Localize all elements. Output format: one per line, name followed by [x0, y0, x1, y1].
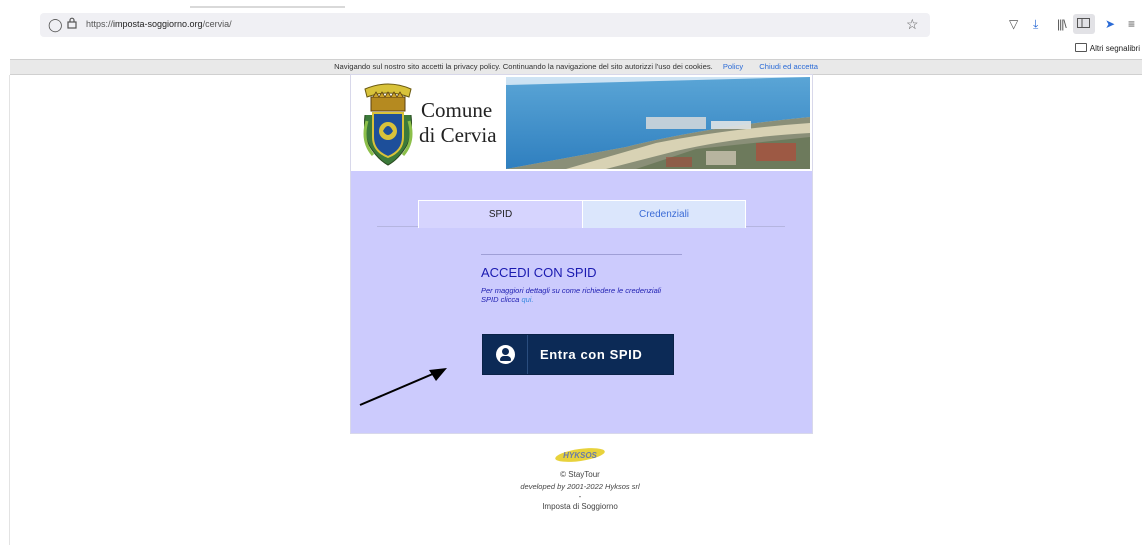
tab-strip	[190, 6, 345, 8]
policy-link[interactable]: Policy	[723, 62, 743, 71]
lock-icon[interactable]	[67, 17, 77, 32]
spid-info-text: Per maggiori dettagli su come richiedere…	[481, 286, 662, 304]
send-icon[interactable]: ➤	[1105, 17, 1115, 31]
spid-heading: ACCEDI CON SPID	[481, 265, 597, 280]
coat-of-arms-icon	[363, 83, 413, 166]
page-border	[9, 75, 10, 545]
hyksos-logo: HYKSOS	[555, 448, 605, 462]
shield-outline-icon[interactable]: ◯	[48, 17, 63, 33]
pocket-icon[interactable]: ▽	[1009, 17, 1018, 31]
bookmarks-label: Altri segnalibri	[1089, 44, 1140, 53]
developer-text: developed by 2001-2022 Hyksos srl	[520, 482, 640, 491]
cervia-aerial-photo	[506, 77, 810, 169]
address-bar[interactable]: ◯ https://imposta-soggiorno.org/cervia/ …	[40, 13, 930, 37]
footer-dash: -	[578, 492, 582, 501]
browser-toolbar: ◯ https://imposta-soggiorno.org/cervia/ …	[0, 0, 1142, 58]
url-text[interactable]: https://imposta-soggiorno.org/cervia/	[86, 19, 232, 29]
sidebar-icon[interactable]	[1077, 17, 1090, 31]
bookmarks-folder[interactable]: Altri segnalibri	[1074, 43, 1140, 53]
download-icon[interactable]: ⤓	[1033, 17, 1038, 32]
entra-con-spid-button[interactable]: Entra con SPID	[482, 334, 674, 375]
tab-spid[interactable]: SPID	[418, 200, 583, 228]
page-footer: HYKSOS © StayTour developed by 2001-2022…	[480, 447, 680, 511]
spid-icon-area	[483, 335, 528, 374]
svg-text:HYKSOS: HYKSOS	[563, 451, 597, 460]
menu-icon[interactable]: ≡	[1128, 17, 1135, 31]
cookie-banner: Navigando sul nostro sito accetti la pri…	[10, 59, 1142, 75]
spid-button-label: Entra con SPID	[540, 347, 643, 362]
folder-icon	[1074, 43, 1087, 52]
arrow-annotation	[359, 368, 447, 406]
section-divider	[481, 254, 682, 255]
site-header: Comune di Cervia	[351, 75, 812, 171]
header-title-line2: di Cervia	[419, 123, 497, 147]
copyright-text: © StayTour	[560, 470, 600, 479]
tab-credenziali[interactable]: Credenziali	[582, 200, 746, 228]
cookie-text: Navigando sul nostro sito accetti la pri…	[334, 62, 713, 71]
user-icon	[496, 345, 515, 364]
footer-link[interactable]: Imposta di Soggiorno	[480, 502, 680, 511]
star-icon[interactable]: ☆	[906, 16, 919, 33]
accept-cookies-link[interactable]: Chiudi ed accetta	[759, 62, 818, 71]
library-icon[interactable]: |||\	[1057, 17, 1067, 31]
header-title-line1: Comune	[421, 98, 493, 122]
spid-info-link[interactable]: qui.	[521, 295, 533, 304]
